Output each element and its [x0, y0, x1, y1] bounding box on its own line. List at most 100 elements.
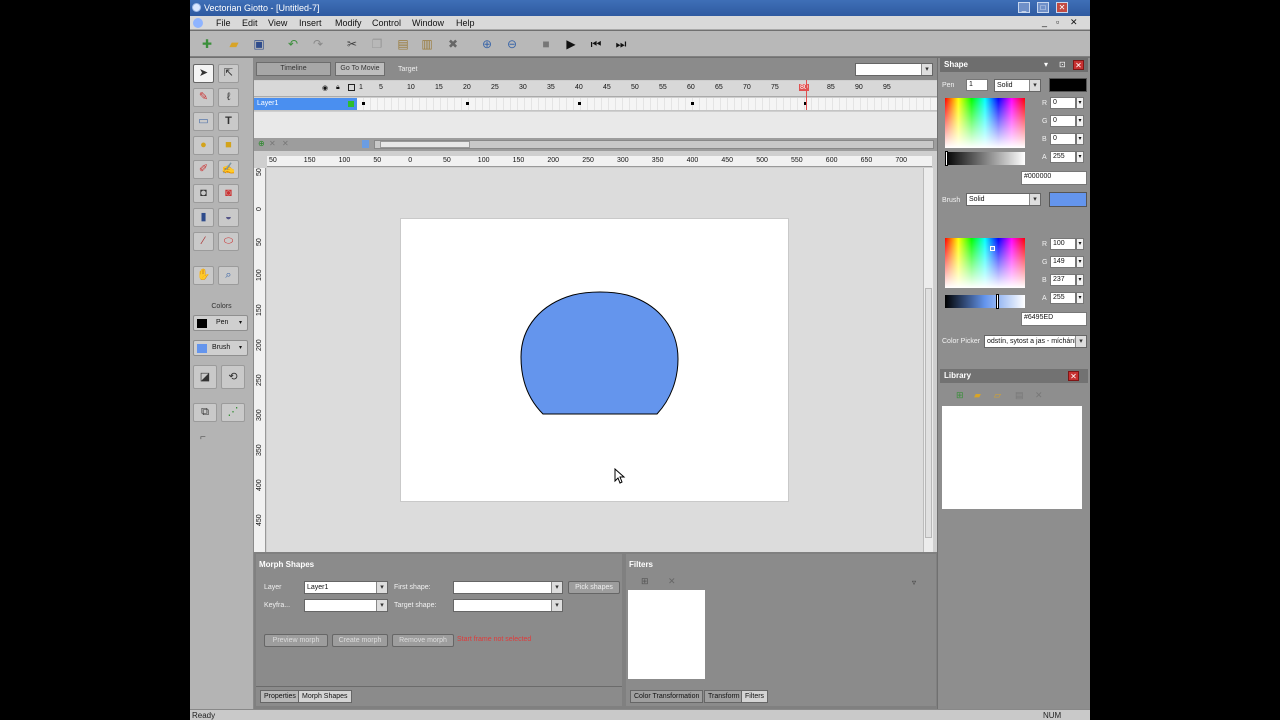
brush-color-spectrum[interactable] — [945, 238, 1025, 288]
frame-number[interactable]: 45 — [603, 84, 611, 91]
brush-color-marker[interactable] — [990, 246, 995, 251]
brush-a-input[interactable]: 255 — [1050, 292, 1076, 304]
frame-number[interactable]: 80 — [799, 84, 809, 91]
pen-style-select[interactable]: Solid — [994, 79, 1041, 92]
eye-icon[interactable]: ◉ — [322, 84, 328, 92]
menu-file[interactable]: File — [216, 18, 231, 28]
pin-icon[interactable]: ⊡ — [1059, 60, 1066, 69]
target-select[interactable] — [855, 63, 933, 76]
hand-icon[interactable]: ✋ — [193, 266, 214, 285]
brush-r-input[interactable]: 100 — [1050, 238, 1076, 250]
delete-layer-icon[interactable]: ✕ — [269, 139, 276, 148]
pen-g-spin[interactable]: ▾ — [1076, 115, 1084, 127]
brush-brightness-slider[interactable] — [945, 295, 1025, 308]
menu-edit[interactable]: Edit — [242, 18, 258, 28]
close-library-icon[interactable]: ✕ — [1068, 371, 1079, 381]
mdi-close-button[interactable]: ✕ — [1070, 17, 1078, 28]
layer-select[interactable]: Layer1 — [304, 581, 388, 594]
brush-b-input[interactable]: 237 — [1050, 274, 1076, 286]
eraser-icon[interactable]: ⬭ — [218, 232, 239, 251]
menu-help[interactable]: Help — [456, 18, 475, 28]
play-icon[interactable]: ▶ — [562, 36, 580, 53]
brush-color-button[interactable]: Brush ▾ — [193, 340, 248, 356]
close-button[interactable]: ✕ — [1056, 2, 1068, 13]
layer-row[interactable]: Layer1 — [254, 80, 937, 111]
save-icon[interactable]: ▣ — [250, 36, 268, 53]
pen-r-spin[interactable]: ▾ — [1076, 97, 1084, 109]
pen-b-spin[interactable]: ▾ — [1076, 133, 1084, 145]
brush-g-spin[interactable]: ▾ — [1076, 256, 1084, 268]
brush-hex-input[interactable]: #6495ED — [1021, 312, 1087, 326]
delete-icon[interactable]: ✖ — [444, 36, 462, 53]
pen-brightness-slider[interactable] — [945, 152, 1025, 165]
frame-number[interactable]: 95 — [883, 84, 891, 91]
folder-icon[interactable]: ▱ — [994, 390, 1001, 401]
menu-insert[interactable]: Insert — [299, 18, 322, 28]
pen-a-input[interactable]: 255 — [1050, 151, 1076, 163]
remove-filter-icon[interactable]: ✕ — [668, 576, 676, 587]
first-shape-select[interactable] — [453, 581, 563, 594]
maximize-button[interactable]: □ — [1037, 2, 1049, 13]
layer-frames[interactable] — [357, 98, 937, 110]
minimize-button[interactable]: _ — [1018, 2, 1030, 13]
new-symbol-icon[interactable]: ⊞ — [956, 390, 964, 401]
pick-shapes-button[interactable]: Pick shapes — [568, 581, 620, 594]
new-folder-icon[interactable]: ▰ — [974, 390, 981, 401]
create-morph-button[interactable]: Create morph — [332, 634, 388, 647]
swap-colors-icon[interactable]: ⟲ — [221, 365, 245, 389]
pen-g-input[interactable]: 0 — [1050, 115, 1076, 127]
frame-number[interactable]: 50 — [631, 84, 639, 91]
zoom-in-icon[interactable]: ⊕ — [478, 36, 496, 53]
keyframe-1[interactable] — [362, 102, 365, 105]
frame-number[interactable]: 90 — [855, 84, 863, 91]
frame-number[interactable]: 10 — [407, 84, 415, 91]
copy-icon[interactable]: ❐ — [368, 36, 386, 53]
redo-icon[interactable]: ↷ — [309, 36, 327, 53]
keyframe-60[interactable] — [691, 102, 694, 105]
target-shape-select[interactable] — [453, 599, 563, 612]
brush-r-spin[interactable]: ▾ — [1076, 238, 1084, 250]
tab-go-to-movie[interactable]: Go To Movie — [335, 62, 385, 76]
frame-number[interactable]: 5 — [379, 84, 383, 91]
pen-r-input[interactable]: 0 — [1050, 97, 1076, 109]
preview-morph-button[interactable]: Preview morph — [264, 634, 328, 647]
tab-color-transformation[interactable]: Color Transformation — [630, 690, 704, 703]
frame-number[interactable]: 40 — [575, 84, 583, 91]
mdi-minimize-button[interactable]: _ — [1042, 17, 1047, 27]
library-list[interactable] — [942, 406, 1082, 509]
eyedropper-icon[interactable]: ⁄ — [193, 232, 214, 251]
pen-color-button[interactable]: Pen ▾ — [193, 315, 248, 331]
tab-timeline[interactable]: Timeline — [256, 62, 331, 76]
stop-icon[interactable]: ■ — [537, 36, 555, 53]
close-shape-panel-icon[interactable]: ✕ — [1073, 60, 1084, 70]
chevron-down-icon[interactable]: ▾ — [1044, 60, 1048, 69]
add-layer-icon[interactable]: ⊕ — [258, 139, 265, 148]
undo-icon[interactable]: ↶ — [284, 36, 302, 53]
tab-properties[interactable]: Properties — [260, 690, 300, 703]
menu-view[interactable]: View — [268, 18, 287, 28]
layer-name[interactable]: Layer1 — [254, 98, 357, 110]
pen-width-input[interactable]: 1 — [966, 79, 988, 91]
pen-slider-thumb[interactable] — [945, 151, 948, 166]
frame-number[interactable]: 75 — [771, 84, 779, 91]
rectangle-icon[interactable]: ■ — [218, 136, 239, 155]
pen-icon[interactable]: ✐ — [193, 160, 214, 179]
zoom-icon[interactable]: ⌕ — [218, 266, 239, 285]
timeline-hscroll[interactable] — [374, 140, 934, 149]
brush-color-preview[interactable] — [1049, 192, 1087, 207]
brush-g-input[interactable]: 149 — [1050, 256, 1076, 268]
keyframe-40[interactable] — [578, 102, 581, 105]
frame-number[interactable]: 25 — [491, 84, 499, 91]
menu-window[interactable]: Window — [412, 18, 444, 28]
arrow-icon[interactable]: ➤ — [193, 64, 214, 83]
outline-icon[interactable] — [348, 84, 355, 91]
zoom-out-icon[interactable]: ⊖ — [503, 36, 521, 53]
pen-a-spin[interactable]: ▾ — [1076, 151, 1084, 163]
canvas-vscroll[interactable] — [923, 168, 933, 552]
remove-morph-button[interactable]: Remove morph — [392, 634, 454, 647]
color-picker-select[interactable]: odstín, sytost a jas - míchání — [984, 335, 1087, 348]
canvas-area[interactable] — [267, 168, 923, 552]
paint-bucket-icon[interactable]: ◒ — [218, 208, 239, 227]
menu-modify[interactable]: Modify — [335, 18, 362, 28]
frame-number[interactable]: 55 — [659, 84, 667, 91]
